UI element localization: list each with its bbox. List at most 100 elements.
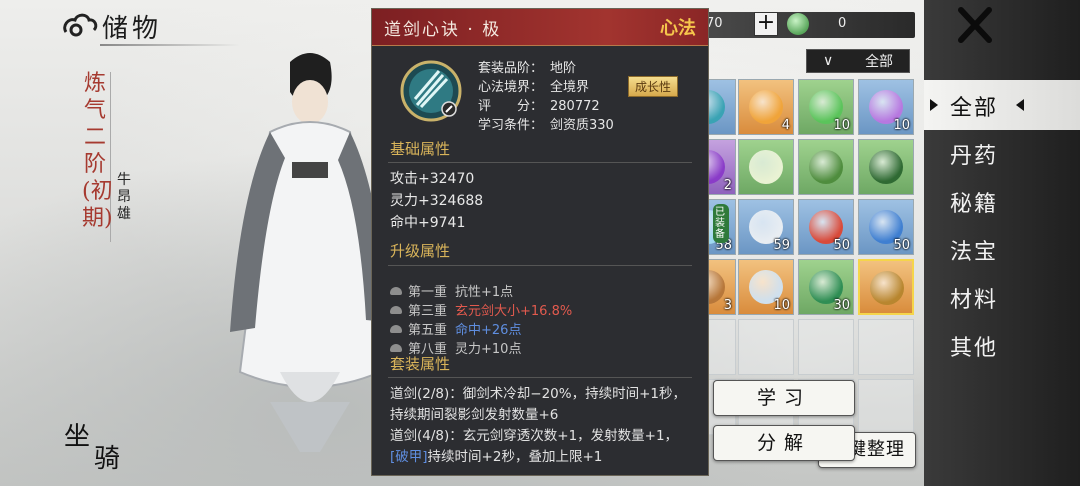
sword-art-icon [400, 60, 462, 122]
divider [388, 265, 692, 266]
item-icon [749, 90, 783, 124]
info-key: 套装品阶： [478, 61, 544, 76]
mount-label-1: 坐 [64, 422, 91, 452]
jade-gem-icon [787, 13, 809, 35]
category-tab[interactable]: 丹药 [950, 138, 998, 170]
upgrade-row: 第一重 抗性+1点 [390, 281, 513, 300]
inventory-slot[interactable] [858, 259, 914, 315]
item-count: 2 [723, 178, 732, 193]
add-currency-button[interactable]: + [754, 12, 778, 36]
category-sidebar [924, 0, 1080, 486]
category-active-highlight [924, 80, 1080, 130]
title-underline [100, 44, 240, 46]
tier-icon [390, 343, 402, 352]
inventory-slot[interactable]: 50 [798, 199, 854, 255]
upgrade-level: 第三重 [408, 304, 448, 319]
filter-dropdown[interactable]: ∨ 全部 [806, 49, 910, 73]
mount-button[interactable]: 坐 骑 [62, 408, 132, 474]
character-portrait[interactable] [230, 42, 390, 452]
set-bonus-4-a: 道剑(4/8)：玄元剑穿透次数+1，发射数量+1， [390, 428, 679, 444]
item-info: 套装品阶： 地阶心法境界： 全境界评 分： 280772 学习条件： 剑资质330 [478, 59, 614, 135]
character-realm: 炼气二阶(初期) [82, 71, 113, 231]
inventory-slot[interactable] [738, 319, 794, 375]
divider [388, 377, 692, 378]
growth-tag: 成长性 [628, 76, 679, 97]
close-icon[interactable] [955, 6, 995, 44]
item-count: 10 [833, 118, 850, 133]
base-stat-attack: 攻击+32470 [390, 171, 475, 187]
item-count: 3 [723, 298, 732, 313]
inventory-slot[interactable] [858, 379, 914, 435]
item-name: 道剑心诀 · 极 [384, 19, 502, 40]
item-icon [809, 150, 843, 184]
set-bonus-4: 道剑(4/8)：玄元剑穿透次数+1，发射数量+1， [破甲]持续时间+2秒，叠加上… [390, 426, 696, 468]
upgrade-text: 抗性+1点 [455, 285, 514, 300]
upgrade-row: 第三重 玄元剑大小+16.8% [390, 300, 572, 319]
item-icon [749, 150, 783, 184]
mount-label-2: 骑 [94, 444, 121, 474]
info-value: 280772 [550, 99, 600, 114]
inventory-slot[interactable] [858, 139, 914, 195]
item-count: 4 [781, 118, 790, 133]
inventory-slot[interactable]: 10 [738, 259, 794, 315]
item-count: 30 [833, 298, 850, 313]
character-name: 牛昂雄 [117, 172, 131, 222]
item-count: 10 [773, 298, 790, 313]
inventory-slot[interactable]: 50 [858, 199, 914, 255]
inventory-slot[interactable]: 4 [738, 79, 794, 135]
info-value: 地阶 [550, 61, 577, 76]
item-count: 50 [833, 238, 850, 253]
upgrade-text: 灵力+10点 [455, 342, 522, 357]
cloud-emblem-icon [63, 13, 98, 36]
filter-label: 全部 [865, 54, 894, 70]
info-row: 心法境界： 全境界 [478, 78, 614, 97]
tier-icon [390, 305, 402, 314]
category-tab[interactable]: 全部 [950, 90, 998, 122]
info-row: 套装品阶： 地阶 [478, 59, 614, 78]
set-bonus-text: 道剑(2/8)：御剑术冷却−20%，持续时间+1秒，持续期间裂影剑发射数量+6 … [390, 384, 696, 468]
base-stats-title: 基础属性 [390, 140, 451, 158]
base-stat-spirit: 灵力+324688 [390, 193, 484, 209]
base-stat-accuracy: 命中+9741 [390, 215, 466, 231]
upgrade-stats-title: 升级属性 [390, 242, 451, 260]
inventory-slot[interactable]: 10 [858, 79, 914, 135]
info-row: 学习条件： 剑资质330 [478, 116, 614, 135]
tier-icon [390, 286, 402, 295]
decompose-button[interactable]: 分解 [713, 425, 855, 461]
currency-2-value: 0 [838, 16, 847, 31]
set-stats-title: 套装属性 [390, 355, 451, 373]
info-row: 评 分： 280772 [478, 97, 614, 116]
category-tab[interactable]: 法宝 [950, 234, 998, 266]
inventory-slot[interactable]: 30 [798, 259, 854, 315]
item-icon [869, 150, 903, 184]
upgrade-level: 第一重 [408, 285, 448, 300]
inventory-slot[interactable]: 10 [798, 79, 854, 135]
info-key: 学习条件： [478, 118, 544, 133]
item-icon [870, 271, 904, 305]
upgrade-row: 第五重 命中+26点 [390, 319, 521, 338]
break-armor-tag: [破甲] [390, 449, 428, 465]
equipped-badge: 已装备 [713, 204, 729, 243]
item-count: 50 [893, 238, 910, 253]
category-tab[interactable]: 其他 [950, 330, 998, 362]
header: 储物 [60, 8, 162, 45]
inventory-slot[interactable] [738, 139, 794, 195]
category-tab[interactable]: 材料 [950, 282, 998, 314]
tooltip-header: 道剑心诀 · 极 心法 [372, 9, 708, 46]
set-bonus-2: 道剑(2/8)：御剑术冷却−20%，持续时间+1秒，持续期间裂影剑发射数量+6 [390, 386, 686, 423]
item-count: 59 [773, 238, 790, 253]
inventory-slot[interactable]: 59 已装备 [713, 199, 794, 255]
triangle-left-icon [1016, 99, 1024, 111]
item-tooltip: 道剑心诀 · 极 心法 套装品阶： 地阶心法境界： 全境界评 分： 280772 学习条… [371, 8, 709, 476]
triangle-right-icon [930, 99, 938, 111]
chevron-down-icon: ∨ [822, 53, 834, 69]
learn-button[interactable]: 学习 [713, 380, 855, 416]
upgrade-level: 第五重 [408, 323, 448, 338]
info-key: 评 分： [478, 99, 544, 114]
page-title: 储物 [102, 14, 163, 44]
category-tab[interactable]: 秘籍 [950, 186, 998, 218]
inventory-slot[interactable] [798, 139, 854, 195]
inventory-slot[interactable] [798, 319, 854, 375]
set-bonus-4-b: 持续时间+2秒，叠加上限+1 [427, 449, 603, 465]
inventory-slot[interactable] [858, 319, 914, 375]
